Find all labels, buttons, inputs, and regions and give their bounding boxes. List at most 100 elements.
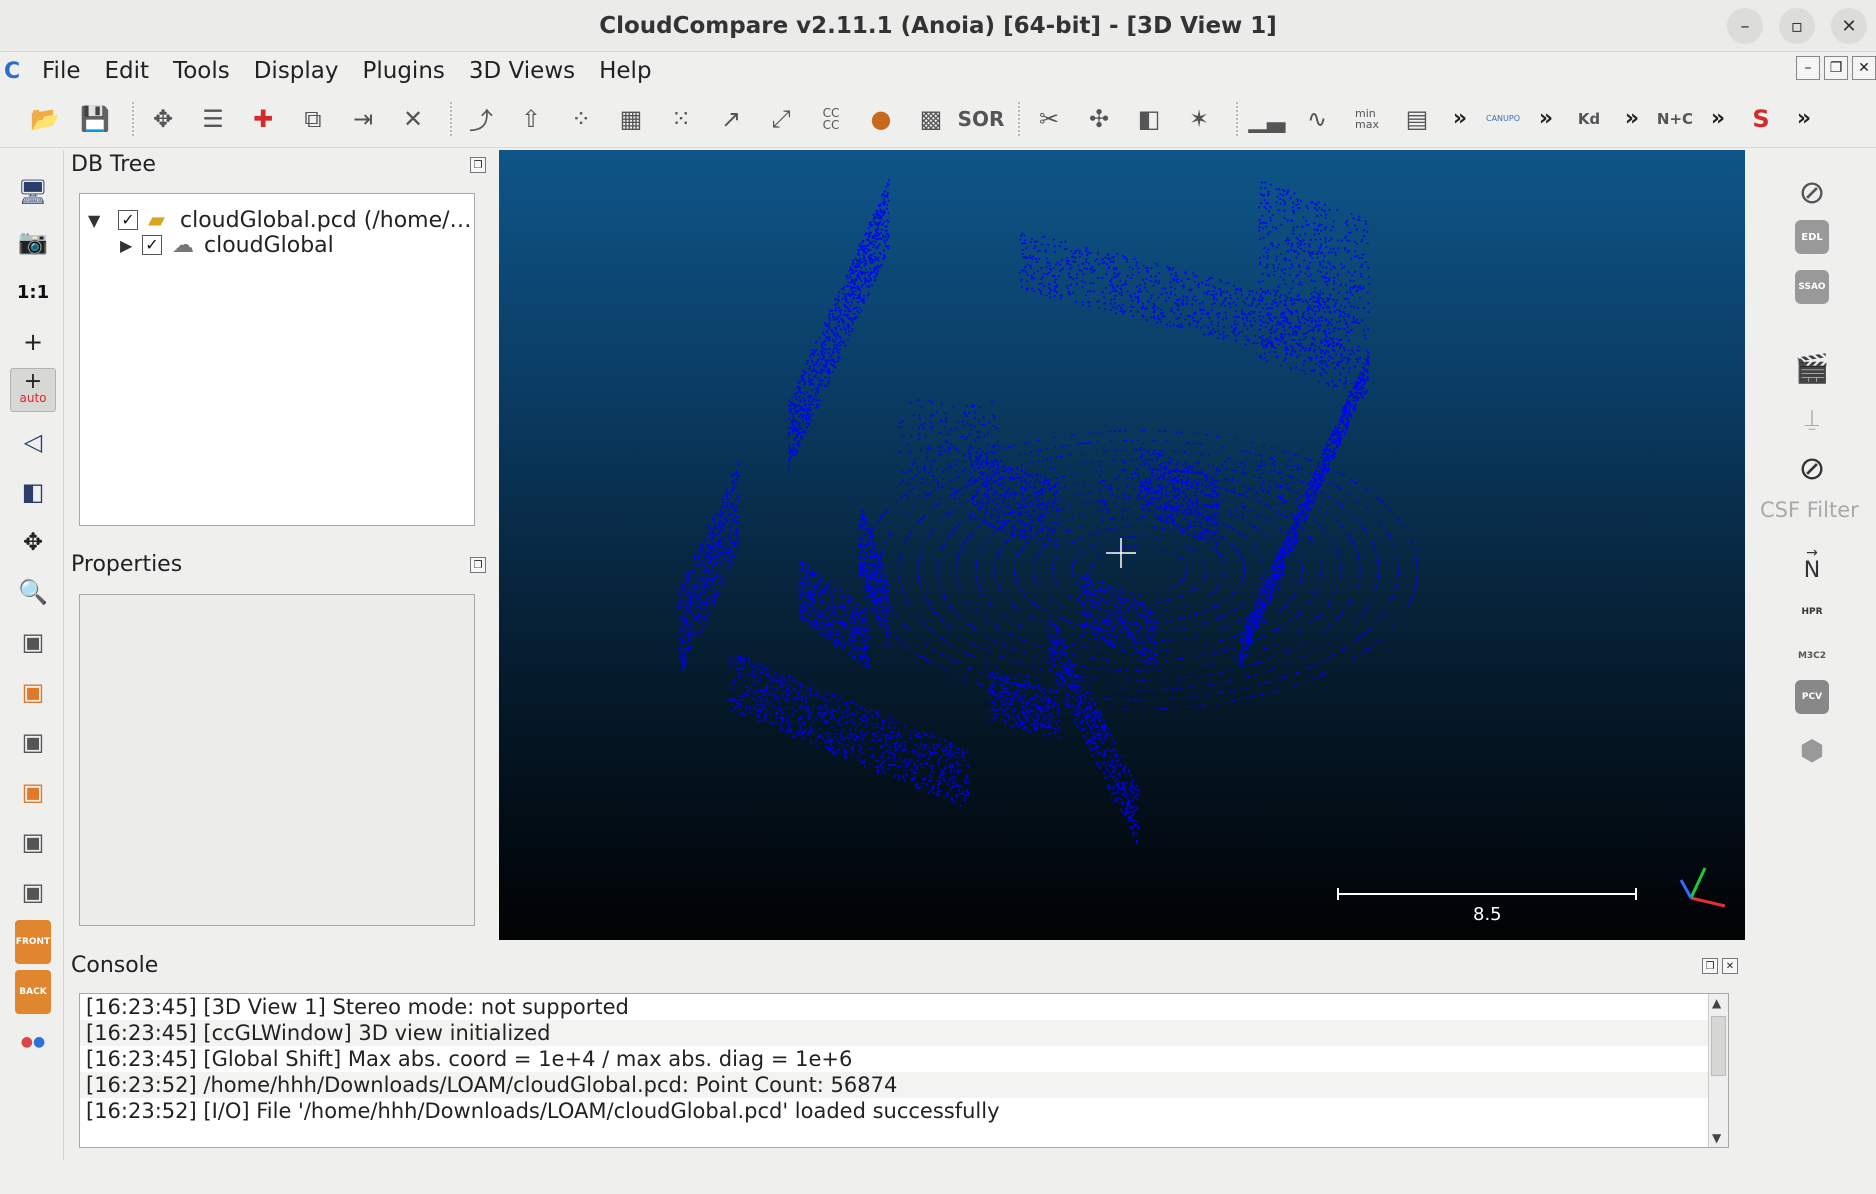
top-view-icon[interactable]: ▣ — [10, 620, 56, 664]
menu-tools[interactable]: Tools — [173, 58, 230, 84]
mdi-restore-button[interactable]: ❐ — [1824, 56, 1848, 80]
mesh-icon[interactable]: ▦ — [610, 98, 652, 140]
close-button[interactable]: ✕ — [1831, 8, 1867, 44]
toolbar-separator — [1018, 101, 1020, 136]
tree-item-checkbox[interactable]: ✓ — [142, 235, 162, 255]
north-label: N — [1803, 558, 1821, 583]
toolbar-more-button[interactable]: » — [1790, 106, 1818, 131]
point-list-picking-icon[interactable]: ☰ — [192, 98, 234, 140]
kd-tree-icon[interactable]: Kd — [1568, 98, 1610, 140]
translate-rotate-icon[interactable]: ✣ — [1078, 98, 1120, 140]
db-tree-float-icon[interactable]: ❐ — [470, 157, 486, 173]
tree-item-label: cloudGlobal — [204, 232, 334, 258]
minimize-button[interactable]: – — [1727, 8, 1763, 44]
left-view-icon[interactable]: ▣ — [10, 720, 56, 764]
cloud-mesh-distance-icon[interactable]: ⤢ — [760, 98, 802, 140]
add-point-icon[interactable]: ✚ — [242, 98, 284, 140]
subsample-icon[interactable]: ⁘ — [560, 98, 602, 140]
3d-view[interactable]: 8.5 — [499, 150, 1745, 940]
compass-icon[interactable]: ⊘ — [1790, 446, 1834, 490]
toolbar-more-button[interactable]: » — [1446, 106, 1474, 131]
front-iso-button[interactable]: FRONT — [15, 920, 51, 964]
align-icon[interactable]: ✶ — [1178, 98, 1220, 140]
maximize-button[interactable]: ▫ — [1779, 8, 1815, 44]
delete-icon[interactable]: ✕ — [392, 98, 434, 140]
toolbar-more-button[interactable]: » — [1618, 106, 1646, 131]
merge-icon[interactable]: ⇥ — [342, 98, 384, 140]
animation-icon[interactable]: 🎬 — [1790, 346, 1834, 390]
menu-3d-views[interactable]: 3D Views — [469, 58, 575, 84]
pivot-crosshair-icon[interactable]: + — [10, 320, 56, 364]
menu-help[interactable]: Help — [599, 58, 651, 84]
cross-section-icon[interactable]: ◧ — [1128, 98, 1170, 140]
brush-icon[interactable]: ⍊ — [1790, 396, 1834, 440]
console-scrollbar[interactable]: ▲ ▼ — [1708, 994, 1728, 1147]
edl-shader-button[interactable]: EDL — [1795, 220, 1829, 254]
console-close-icon[interactable]: ✕ — [1722, 958, 1738, 974]
scroll-up-icon[interactable]: ▲ — [1712, 996, 1721, 1010]
console-float-icon[interactable]: ❐ — [1702, 958, 1718, 974]
back-view-icon[interactable]: ▣ — [10, 870, 56, 914]
statistical-test-icon[interactable]: ∿ — [1296, 98, 1338, 140]
north-arrow-button[interactable]: → N — [1790, 540, 1834, 584]
mdi-minimize-button[interactable]: – — [1796, 56, 1820, 80]
zoom-icon[interactable]: 🔍 — [10, 570, 56, 614]
ssao-shader-button[interactable]: SSAO — [1795, 270, 1829, 304]
right-view-icon[interactable]: ▣ — [10, 770, 56, 814]
menu-file[interactable]: File — [42, 58, 81, 84]
sample-points-icon[interactable]: ⁙ — [660, 98, 702, 140]
hexagon-plugin-icon[interactable]: ⬢ — [1790, 728, 1834, 772]
auto-pivot-button[interactable]: + auto — [10, 368, 56, 412]
fullscreen-icon[interactable]: 🖥 — [10, 170, 56, 214]
collapse-arrow-icon[interactable]: ▶ — [120, 236, 138, 255]
cloud-cloud-distance-icon[interactable]: ↗ — [710, 98, 752, 140]
toolbar-more-button[interactable]: » — [1532, 106, 1560, 131]
properties-float-icon[interactable]: ❐ — [470, 557, 486, 573]
csf-filter-label[interactable]: CSF Filter — [1760, 498, 1859, 522]
cc-icon[interactable]: CC CC — [810, 98, 852, 140]
save-icon[interactable]: 💾 — [74, 98, 116, 140]
mdi-close-button[interactable]: ✕ — [1852, 56, 1876, 80]
m3c2-button[interactable]: M3C2 — [1790, 634, 1834, 678]
min-max-icon[interactable]: min max — [1346, 98, 1388, 140]
scroll-thumb[interactable] — [1711, 1016, 1726, 1076]
perspective-cube-icon[interactable]: ◧ — [10, 470, 56, 514]
open-icon[interactable]: 📂 — [24, 98, 66, 140]
back-iso-button[interactable]: BACK — [15, 970, 51, 1014]
scroll-down-icon[interactable]: ▼ — [1712, 1131, 1721, 1145]
front-view-icon[interactable]: ▣ — [10, 670, 56, 714]
pcv-button[interactable]: PCV — [1795, 680, 1829, 714]
menu-plugins[interactable]: Plugins — [363, 58, 445, 84]
rotation-icon[interactable]: ◁ — [10, 420, 56, 464]
point-picking-icon[interactable]: ✥ — [142, 98, 184, 140]
camera-icon[interactable]: 📷 — [10, 220, 56, 264]
normals-icon[interactable]: ⤴ — [460, 98, 502, 140]
orient-normals-icon[interactable]: ⇧ — [510, 98, 552, 140]
tree-item-checkbox[interactable]: ✓ — [118, 210, 138, 230]
histogram-icon[interactable]: ▁▃ — [1246, 98, 1288, 140]
menu-edit[interactable]: Edit — [105, 58, 150, 84]
bottom-view-icon[interactable]: ▣ — [10, 820, 56, 864]
cloudcompare-logo-icon: C — [4, 58, 21, 84]
hpr-button[interactable]: HPR — [1790, 590, 1834, 634]
sor-filter-icon[interactable]: SOR — [958, 98, 1005, 140]
tree-item-cloud[interactable]: ▶ ✓ ☁ cloudGlobal — [120, 230, 334, 260]
zoom-one-to-one-button[interactable]: 1:1 — [10, 270, 56, 314]
canupo-icon[interactable]: CANUPO — [1482, 98, 1524, 140]
clone-icon[interactable]: ⧉ — [292, 98, 334, 140]
console-line: [16:23:45] [ccGLWindow] 3D view initiali… — [80, 1020, 1728, 1046]
stereo-glasses-icon[interactable]: ● ● — [10, 1020, 56, 1064]
toolbar-more-button[interactable]: » — [1704, 106, 1732, 131]
nc-icon[interactable]: N+C — [1654, 98, 1696, 140]
sf-to-rgb-icon[interactable]: ▤ — [1396, 98, 1438, 140]
toolbar-separator — [1236, 101, 1238, 136]
mdi-controls: – ❐ ✕ — [1796, 56, 1876, 80]
checkerboard-icon[interactable]: ▩ — [910, 98, 952, 140]
disable-shader-icon[interactable]: ⊘ — [1790, 170, 1834, 214]
pan-icon[interactable]: ✥ — [10, 520, 56, 564]
color-scale-icon[interactable]: ● — [860, 98, 902, 140]
expand-arrow-icon[interactable]: ▼ — [88, 211, 106, 230]
menu-display[interactable]: Display — [254, 58, 339, 84]
s-plugin-icon[interactable]: S — [1740, 98, 1782, 140]
segment-icon[interactable]: ✂ — [1028, 98, 1070, 140]
